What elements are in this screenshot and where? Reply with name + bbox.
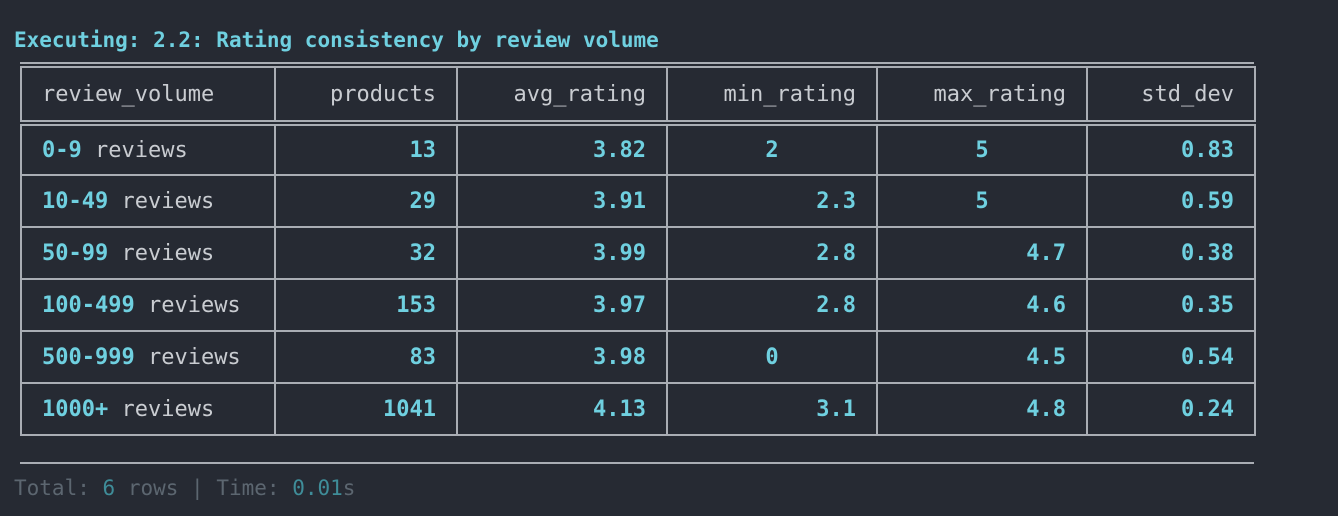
volume-suffix: reviews: [134, 344, 241, 370]
result-summary: Total: 6 rows | Time: 0.01s: [14, 476, 355, 500]
results-table-container: review_volume products avg_rating min_ra…: [20, 62, 1256, 464]
table-bottom-border: [20, 462, 1254, 464]
cell-avg-rating: 3.91: [456, 174, 668, 228]
table-row: 10-49 reviews 29 3.91 2.3 5 0.59: [20, 174, 1256, 228]
row-count: 6: [102, 476, 116, 500]
table-row: 0-9 reviews 13 3.82 2 5 0.83: [20, 122, 1256, 176]
cell-min-rating: 2.3: [666, 174, 878, 228]
volume-range: 10-49: [42, 188, 109, 214]
table-row: 1000+ reviews 1041 4.13 3.1 4.8 0.24: [20, 382, 1256, 436]
column-header-max-rating: max_rating: [876, 66, 1088, 126]
volume-range: 100-499: [42, 292, 135, 318]
table-row: 100-499 reviews 153 3.97 2.8 4.6 0.35: [20, 278, 1256, 332]
cell-max-rating: 4.8: [876, 382, 1088, 436]
cell-products: 83: [274, 330, 458, 384]
cell-max-rating: 5: [876, 174, 1088, 228]
volume-suffix: reviews: [108, 188, 215, 214]
column-header-min-rating: min_rating: [666, 66, 878, 126]
cell-std-dev: 0.54: [1086, 330, 1256, 384]
cell-min-rating: 2.8: [666, 226, 878, 280]
table-body: 0-9 reviews 13 3.82 2 5 0.83 10-49 revie…: [20, 122, 1256, 436]
cell-avg-rating: 3.97: [456, 278, 668, 332]
query-title: : Rating consistency by review volume: [191, 28, 659, 52]
column-header-avg-rating: avg_rating: [456, 66, 668, 126]
cell-max-rating: 4.7: [876, 226, 1088, 280]
table-top-border: [20, 62, 1254, 64]
column-header-review-volume: review_volume: [20, 66, 276, 126]
cell-products: 153: [274, 278, 458, 332]
header-row: review_volume products avg_rating min_ra…: [20, 66, 1256, 126]
cell-min-rating: 3.1: [666, 382, 878, 436]
cell-std-dev: 0.24: [1086, 382, 1256, 436]
volume-suffix: reviews: [108, 240, 215, 266]
cell-std-dev: 0.59: [1086, 174, 1256, 228]
cell-review-volume: 500-999 reviews: [20, 330, 276, 384]
cell-avg-rating: 4.13: [456, 382, 668, 436]
cell-max-rating: 4.5: [876, 330, 1088, 384]
cell-review-volume: 0-9 reviews: [20, 122, 276, 176]
cell-products: 13: [274, 122, 458, 176]
column-header-products: products: [274, 66, 458, 126]
rows-time-label: rows | Time:: [115, 476, 293, 500]
volume-suffix: reviews: [134, 292, 241, 318]
column-header-std-dev: std_dev: [1086, 66, 1256, 126]
cell-min-rating: 2: [666, 122, 878, 176]
cell-review-volume: 50-99 reviews: [20, 226, 276, 280]
volume-range: 500-999: [42, 344, 135, 370]
volume-range: 1000+: [42, 396, 109, 422]
volume-range: 0-9: [42, 137, 82, 163]
cell-review-volume: 100-499 reviews: [20, 278, 276, 332]
results-table: review_volume products avg_rating min_ra…: [20, 66, 1256, 436]
cell-max-rating: 5: [876, 122, 1088, 176]
cell-std-dev: 0.35: [1086, 278, 1256, 332]
cell-review-volume: 1000+ reviews: [20, 382, 276, 436]
cell-products: 32: [274, 226, 458, 280]
total-label: Total:: [14, 476, 103, 500]
executing-prefix: Executing:: [14, 28, 154, 52]
cell-review-volume: 10-49 reviews: [20, 174, 276, 228]
cell-max-rating: 4.6: [876, 278, 1088, 332]
volume-suffix: reviews: [81, 137, 188, 163]
cell-avg-rating: 3.82: [456, 122, 668, 176]
cell-min-rating: 2.8: [666, 278, 878, 332]
table-row: 500-999 reviews 83 3.98 0 4.5 0.54: [20, 330, 1256, 384]
cell-avg-rating: 3.98: [456, 330, 668, 384]
volume-range: 50-99: [42, 240, 109, 266]
cell-std-dev: 0.83: [1086, 122, 1256, 176]
terminal-output: Executing: 2.2: Rating consistency by re…: [0, 0, 1338, 516]
executing-header: Executing: 2.2: Rating consistency by re…: [14, 28, 659, 52]
volume-suffix: reviews: [108, 396, 215, 422]
cell-min-rating: 0: [666, 330, 878, 384]
time-unit: s: [342, 476, 356, 500]
cell-products: 29: [274, 174, 458, 228]
cell-avg-rating: 3.99: [456, 226, 668, 280]
cell-std-dev: 0.38: [1086, 226, 1256, 280]
cell-products: 1041: [274, 382, 458, 436]
time-value: 0.01: [292, 476, 343, 500]
query-id: 2.2: [153, 28, 192, 52]
table-row: 50-99 reviews 32 3.99 2.8 4.7 0.38: [20, 226, 1256, 280]
table-header: review_volume products avg_rating min_ra…: [20, 66, 1256, 126]
